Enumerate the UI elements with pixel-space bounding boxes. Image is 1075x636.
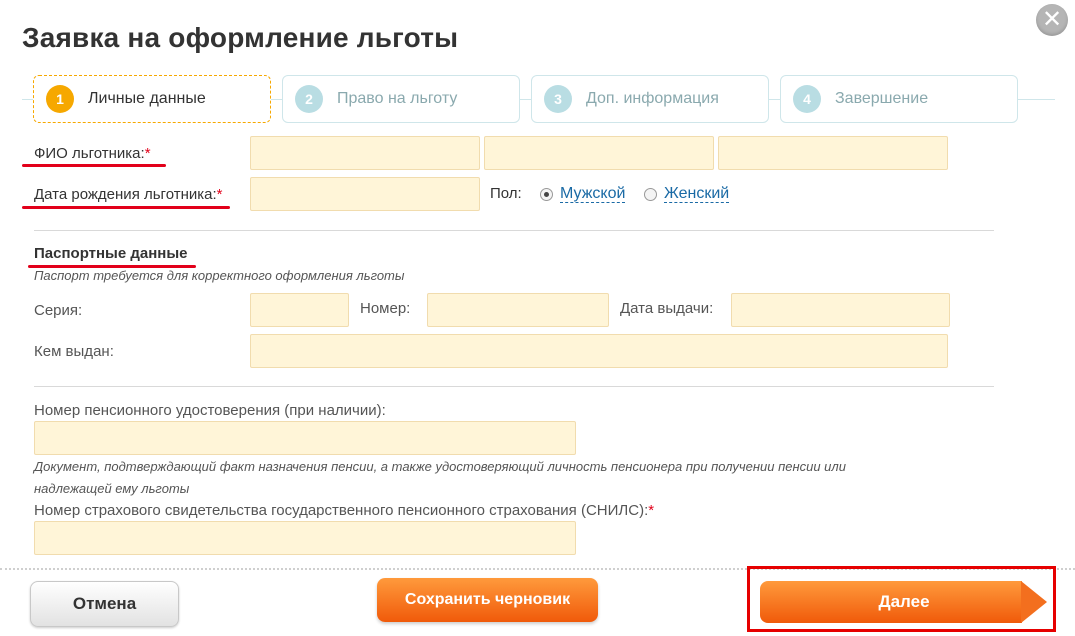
- snils-label: Номер страхового свидетельства государст…: [34, 502, 655, 519]
- gender-label: Пол:: [490, 185, 522, 202]
- next-arrow-icon: [1021, 581, 1047, 623]
- passport-number-label: Номер:: [360, 300, 411, 317]
- page-title: Заявка на оформление льготы: [22, 22, 459, 53]
- cancel-button[interactable]: Отмена: [30, 581, 179, 627]
- first-name-input[interactable]: [484, 136, 714, 170]
- next-button-label: Далее: [760, 581, 1022, 623]
- birth-date-label: Дата рождения льготника:*: [34, 186, 223, 203]
- gender-radio-female[interactable]: Женский: [644, 185, 730, 203]
- fio-label: ФИО льготника:*: [34, 145, 151, 162]
- save-draft-button[interactable]: Сохранить черновик: [377, 578, 598, 622]
- step-number: 4: [793, 85, 821, 113]
- passport-hint: Паспорт требуется для корректного оформл…: [34, 268, 405, 283]
- pension-hint-line2: надлежащей ему льготы: [34, 481, 190, 496]
- last-name-input[interactable]: [250, 136, 480, 170]
- passport-number-input[interactable]: [427, 293, 609, 327]
- birth-date-underline: [22, 206, 230, 209]
- passport-issue-date-label: Дата выдачи:: [620, 300, 714, 317]
- pension-label: Номер пенсионного удостоверения (при нал…: [34, 402, 386, 419]
- step-label: Личные данные: [88, 90, 206, 107]
- step-label: Право на льготу: [337, 90, 458, 107]
- passport-issued-by-label: Кем выдан:: [34, 343, 114, 360]
- passport-issue-date-input[interactable]: [731, 293, 950, 327]
- next-button[interactable]: Далее: [760, 581, 1048, 623]
- pension-number-input[interactable]: [34, 421, 576, 455]
- step-completion[interactable]: 4 Завершение: [780, 75, 1018, 123]
- middle-name-input[interactable]: [718, 136, 948, 170]
- passport-section-title: Паспортные данные: [34, 245, 188, 262]
- step-benefit-right[interactable]: 2 Право на льготу: [282, 75, 520, 123]
- pension-hint-line1: Документ, подтверждающий факт назначения…: [34, 459, 846, 474]
- fio-underline: [22, 164, 166, 167]
- step-number: 3: [544, 85, 572, 113]
- birth-date-input[interactable]: [250, 177, 480, 211]
- step-label: Завершение: [835, 90, 929, 107]
- passport-series-label: Серия:: [34, 302, 83, 319]
- close-icon[interactable]: ✕: [1036, 4, 1068, 36]
- step-number: 1: [46, 85, 74, 113]
- gender-radio-male[interactable]: Мужской: [540, 185, 626, 203]
- separator: [34, 386, 994, 387]
- gender-option-label: Женский: [664, 185, 730, 203]
- passport-issued-by-input[interactable]: [250, 334, 948, 368]
- gender-option-label: Мужской: [560, 185, 626, 203]
- passport-series-input[interactable]: [250, 293, 349, 327]
- radio-dot: [644, 188, 657, 201]
- snils-input[interactable]: [34, 521, 576, 555]
- step-personal-data[interactable]: 1 Личные данные: [33, 75, 271, 123]
- separator: [34, 230, 994, 231]
- radio-dot: [540, 188, 553, 201]
- step-label: Доп. информация: [586, 90, 719, 107]
- step-number: 2: [295, 85, 323, 113]
- step-additional-info[interactable]: 3 Доп. информация: [531, 75, 769, 123]
